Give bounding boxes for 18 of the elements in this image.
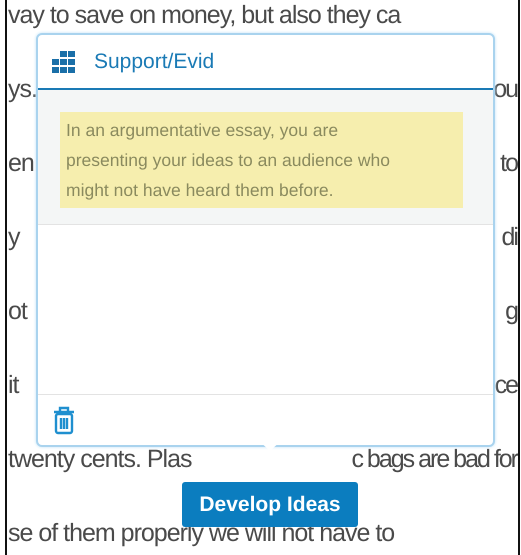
essay-text: ys.	[8, 74, 37, 104]
essay-text: ot	[8, 296, 27, 326]
essay-text: y	[8, 222, 20, 252]
essay-text: di	[502, 222, 517, 252]
develop-ideas-button[interactable]: Develop Ideas	[182, 482, 358, 527]
essay-text: vay to save on money, but also they ca	[8, 0, 400, 30]
essay-text: it	[8, 370, 18, 400]
hint-note: In an argumentative essay, you are presenting your ideas to an audience who might not have heard them before.	[60, 112, 463, 208]
essay-text: ou	[493, 74, 517, 104]
trash-icon[interactable]	[53, 406, 75, 434]
essay-text: en	[8, 148, 34, 178]
essay-text: twenty cents. Plas	[8, 444, 192, 474]
essay-text: ce	[494, 370, 517, 400]
grid-icon	[52, 50, 76, 72]
essay-text: c bags are bad for	[351, 444, 517, 474]
popup-title: Support/Evid	[94, 50, 214, 74]
essay-text: to	[500, 148, 517, 178]
essay-text: g	[505, 296, 517, 326]
